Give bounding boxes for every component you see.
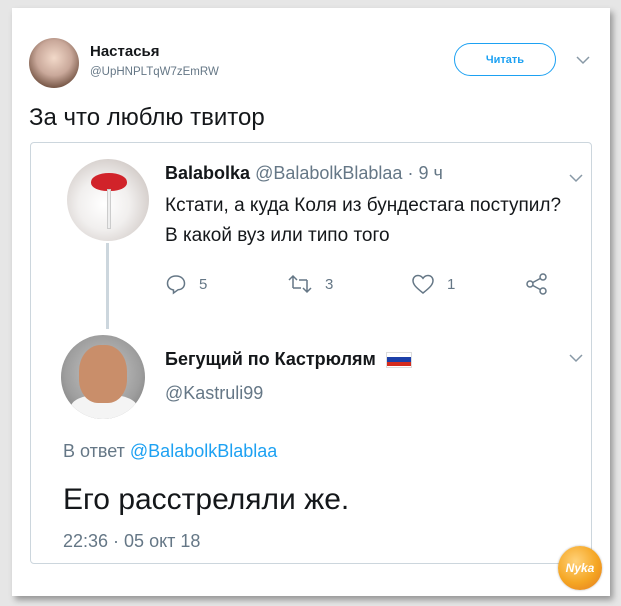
tweet-actions: 5 3 1 <box>165 273 547 297</box>
kastruli-avatar[interactable] <box>61 335 145 419</box>
quoted-header: Balabolka @BalabolkBlablaa · 9 ч <box>165 163 443 184</box>
balabolka-avatar[interactable] <box>67 159 149 241</box>
like-count: 1 <box>447 275 456 293</box>
russian-flag-icon <box>385 351 412 368</box>
reply-context: В ответ @BalabolkBlablaa <box>63 441 277 462</box>
heart-icon <box>412 274 434 294</box>
share-action[interactable] <box>525 273 561 295</box>
share-icon <box>526 273 547 295</box>
watermark-logo: Nyka <box>558 546 602 590</box>
follow-button[interactable]: Читать <box>454 43 556 76</box>
reply-timestamp[interactable]: 22:36 · 05 окт 18 <box>63 531 200 552</box>
tweet-card: Настасья @UpHNPLTqW7zEmRW Читать За что … <box>12 8 610 596</box>
retweet-action[interactable]: 3 <box>287 273 333 295</box>
reply-icon <box>166 275 186 295</box>
quoted-author-name[interactable]: Balabolka <box>165 163 250 183</box>
like-action[interactable]: 1 <box>411 273 455 295</box>
reply-author-name[interactable]: Бегущий по Кастрюлям <box>165 349 376 370</box>
author-handle[interactable]: @UpHNPLTqW7zEmRW <box>90 66 219 78</box>
straw-icon <box>107 189 111 229</box>
retweet-count: 3 <box>325 275 334 293</box>
quoted-author-handle[interactable]: @BalabolkBlablaa <box>255 163 402 183</box>
chevron-down-icon[interactable] <box>569 173 583 183</box>
reply-mention-link[interactable]: @BalabolkBlablaa <box>130 441 277 461</box>
tweet-text: За что люблю твитор <box>29 104 265 131</box>
author-avatar[interactable] <box>29 38 79 88</box>
reply-author-handle[interactable]: @Kastruli99 <box>165 383 263 404</box>
reply-action[interactable]: 5 <box>165 273 207 295</box>
reply-author-row: Бегущий по Кастрюлям <box>165 349 412 370</box>
quoted-time: · 9 ч <box>407 163 443 183</box>
face-icon <box>79 345 127 403</box>
retweet-icon <box>288 274 312 294</box>
quoted-thread[interactable]: Balabolka @BalabolkBlablaa · 9 ч Кстати,… <box>30 142 592 564</box>
thread-connector <box>106 243 109 329</box>
reply-text: Его расстреляли же. <box>63 483 350 516</box>
reply-count: 5 <box>199 275 208 293</box>
chevron-down-icon[interactable] <box>576 55 590 65</box>
author-name[interactable]: Настасья <box>90 43 160 60</box>
reply-prefix: В ответ <box>63 441 125 461</box>
quoted-text: Кстати, а куда Коля из бундестага поступ… <box>165 195 562 246</box>
chevron-down-icon[interactable] <box>569 353 583 363</box>
